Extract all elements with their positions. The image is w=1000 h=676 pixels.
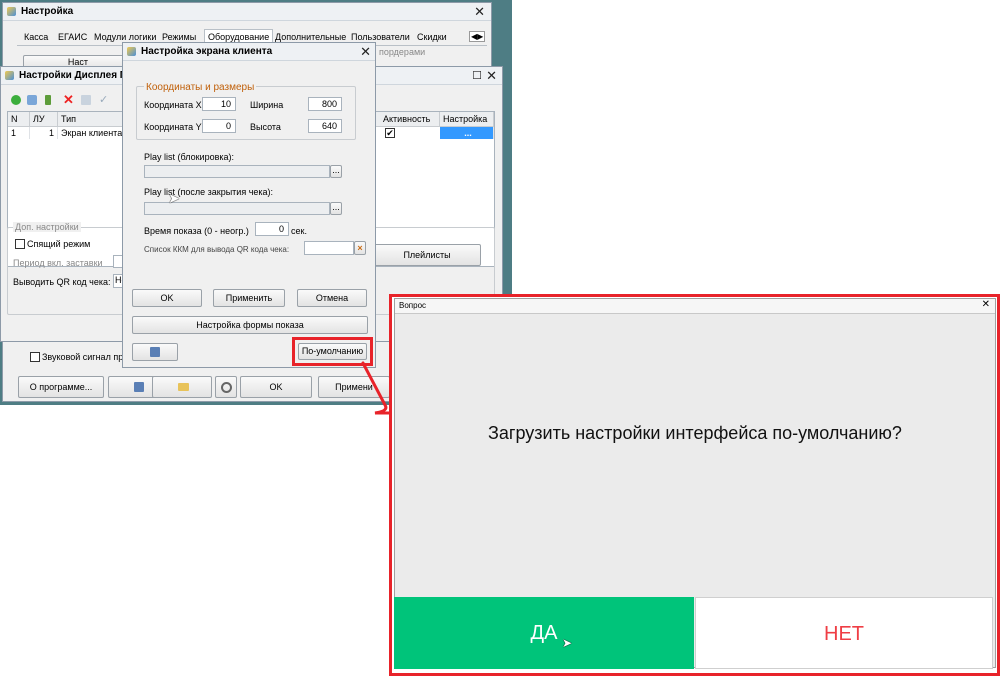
- check-icon[interactable]: ✓: [99, 93, 108, 106]
- height-input[interactable]: 640: [308, 119, 342, 133]
- close-icon[interactable]: ✕: [486, 67, 497, 84]
- ok-button[interactable]: OK: [132, 289, 202, 307]
- mouse-cursor-icon: ➤: [562, 636, 573, 650]
- col-type[interactable]: Тип: [58, 112, 128, 126]
- coord-x-input[interactable]: 10: [202, 97, 236, 111]
- about-button[interactable]: О программе...: [18, 376, 104, 398]
- show-time-label: Время показа (0 - неогр.): [144, 226, 249, 236]
- sound-signal-checkbox[interactable]: [30, 352, 40, 362]
- cell-type: Экран клиента: [58, 127, 128, 139]
- col-active[interactable]: Активность: [380, 112, 440, 126]
- show-time-input[interactable]: 0: [255, 222, 289, 236]
- coord-y-input[interactable]: 0: [202, 119, 236, 133]
- app-icon: [7, 7, 16, 16]
- save-button[interactable]: [132, 343, 178, 361]
- client-titlebar: Настройка экрана клиента ✕: [123, 43, 375, 61]
- col-n[interactable]: N: [8, 112, 30, 126]
- width-input[interactable]: 800: [308, 97, 342, 111]
- question-message: Загрузить настройки интерфейса по-умолча…: [488, 423, 902, 443]
- coord-x-label: Координата X: [144, 100, 202, 110]
- close-icon[interactable]: ✕: [360, 43, 371, 60]
- col-lu[interactable]: ЛУ: [30, 112, 58, 126]
- height-label: Высота: [250, 122, 281, 132]
- close-icon[interactable]: ✕: [474, 3, 485, 20]
- active-checkbox[interactable]: ✔: [385, 128, 395, 138]
- open-folder-button[interactable]: [152, 376, 212, 398]
- playlist-lock-label: Play list (блокировка):: [144, 152, 235, 162]
- app-icon: [127, 47, 136, 56]
- settings-titlebar: Настройка ✕: [3, 3, 491, 21]
- col-setting[interactable]: Настройка: [440, 112, 494, 126]
- delete-icon[interactable]: ✕: [63, 92, 74, 108]
- kkm-qr-label: Список ККМ для вывода QR кода чека:: [144, 245, 290, 254]
- maximize-icon[interactable]: ☐: [472, 67, 482, 84]
- client-screen-title: Настройка экрана клиента: [141, 46, 273, 57]
- folder-icon: [178, 383, 189, 391]
- playlist-lock-input[interactable]: [144, 165, 330, 178]
- tab-egais[interactable]: ЕГАИС: [55, 30, 90, 44]
- add-icon[interactable]: [11, 95, 21, 105]
- no-button[interactable]: НЕТ: [695, 597, 993, 669]
- tab-scroll-arrows-icon[interactable]: ◀▶: [469, 31, 486, 42]
- floppy-icon: [134, 382, 144, 392]
- playlist-receipt-label: Play list (после закрытия чека):: [144, 187, 274, 197]
- main-ok-button[interactable]: OK: [240, 376, 312, 398]
- cell-setting[interactable]: ...: [440, 127, 494, 139]
- magnifier-icon: [221, 382, 232, 393]
- coords-group-title: Координаты и размеры: [144, 82, 257, 93]
- question-title: Вопрос: [399, 301, 427, 310]
- display-title: Настройки Дисплея По: [19, 70, 134, 81]
- tab-kassa[interactable]: Касса: [21, 30, 51, 44]
- edit-icon[interactable]: [45, 95, 51, 105]
- coord-y-label: Координата Y: [144, 122, 202, 132]
- display-toolbar: ✕ ✓: [11, 92, 111, 108]
- apply-button[interactable]: Применить: [213, 289, 285, 307]
- tab-discounts[interactable]: Скидки: [414, 30, 450, 44]
- sleep-mode-label: Спящий режим: [27, 239, 91, 249]
- sound-signal-label: Звуковой сигнал при: [42, 352, 129, 362]
- playlist-lock-browse-button[interactable]: ...: [330, 165, 342, 178]
- show-time-unit: сек.: [291, 226, 307, 236]
- screensaver-period-label: Период вкл. заставки: [13, 258, 103, 268]
- save-icon[interactable]: [81, 95, 91, 105]
- search-button[interactable]: [215, 376, 237, 398]
- cell-lu: 1: [30, 127, 58, 139]
- bg-group-header: пордерами: [379, 47, 426, 57]
- yes-button[interactable]: ДА: [394, 597, 694, 669]
- width-label: Ширина: [250, 100, 284, 110]
- cell-n: 1: [8, 127, 30, 139]
- cancel-button[interactable]: Отмена: [297, 289, 367, 307]
- playlists-button[interactable]: Плейлисты: [373, 244, 481, 266]
- kkm-qr-input[interactable]: [304, 241, 354, 255]
- kkm-qr-clear-button[interactable]: ×: [354, 241, 366, 255]
- settings-title: Настройка: [21, 6, 74, 17]
- close-icon[interactable]: ✕: [982, 299, 990, 310]
- sleep-mode-checkbox[interactable]: [15, 239, 25, 249]
- mouse-cursor-icon: ➤: [168, 190, 180, 206]
- playlist-receipt-browse-button[interactable]: ...: [330, 202, 342, 215]
- copy-icon[interactable]: [27, 95, 37, 105]
- extra-settings-label: Доп. настройки: [13, 222, 81, 232]
- question-titlebar: Вопрос ✕: [395, 299, 995, 314]
- floppy-icon: [150, 347, 160, 357]
- qr-output-label: Выводить QR код чека:: [13, 277, 111, 287]
- show-form-settings-button[interactable]: Настройка формы показа: [132, 316, 368, 334]
- app-icon: [5, 71, 14, 80]
